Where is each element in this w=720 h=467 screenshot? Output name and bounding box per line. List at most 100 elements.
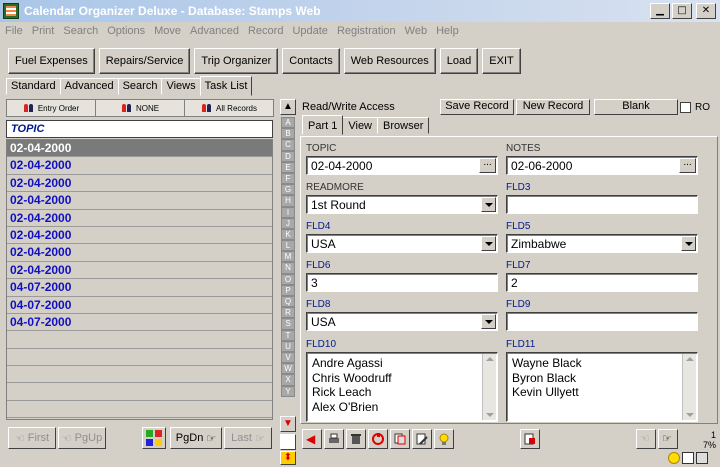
exit-button[interactable]: EXIT	[482, 48, 521, 74]
menu-file[interactable]: File	[0, 22, 27, 37]
letter-k-button[interactable]: K	[281, 228, 295, 241]
tab-part-1[interactable]: Part 1	[302, 115, 344, 135]
menu-record[interactable]: Record	[243, 22, 287, 37]
fld5-select[interactable]: Zimbabwe	[506, 234, 698, 253]
list-item[interactable]: 04-07-2000	[7, 296, 272, 314]
trip-organizer-button[interactable]: Trip Organizer	[194, 48, 279, 74]
notes-page-button[interactable]	[520, 429, 540, 449]
dropdown-arrow-icon[interactable]	[481, 314, 496, 329]
letter-m-button[interactable]: M	[281, 251, 295, 263]
dropdown-arrow-icon[interactable]	[481, 236, 496, 251]
list-item[interactable]: 02-04-2000	[7, 192, 272, 210]
menu-help[interactable]: Help	[431, 22, 463, 37]
book-icon[interactable]	[682, 452, 694, 464]
web-resources-button[interactable]: Web Resources	[343, 48, 436, 74]
maximize-button[interactable]: □	[672, 3, 692, 19]
list-item[interactable]: 02-04-2000	[7, 244, 272, 262]
menu-update[interactable]: Update	[287, 22, 331, 37]
last-button[interactable]: Last ☞	[224, 427, 272, 449]
list-item[interactable]: 02-04-2000	[7, 261, 272, 280]
tab-views[interactable]: Views	[161, 78, 201, 95]
pgdn-button[interactable]: PgDn ☞	[170, 427, 222, 449]
menu-web[interactable]: Web	[400, 22, 431, 37]
list-item[interactable]: 04-07-2000	[7, 279, 272, 297]
copy-record-button[interactable]	[390, 429, 410, 449]
letter-i-button[interactable]: I	[281, 206, 295, 218]
fld10-memo[interactable]: Andre Agassi Chris Woodruff Rick Leach A…	[306, 352, 498, 422]
list-item-empty[interactable]: .	[7, 383, 272, 401]
tab-view[interactable]: View	[342, 117, 379, 134]
memo-scrollbar[interactable]	[682, 354, 696, 420]
list-item-empty[interactable]: .	[7, 331, 272, 349]
dropdown-arrow-icon[interactable]	[481, 197, 496, 212]
tab-standard[interactable]: Standard	[6, 78, 61, 95]
close-button[interactable]: ✕	[696, 3, 716, 19]
letter-a-button[interactable]: A	[281, 117, 295, 129]
letter-f-button[interactable]: F	[281, 172, 295, 185]
dropdown-arrow-icon[interactable]	[681, 236, 696, 251]
prev-record-button[interactable]: ☜	[636, 429, 656, 449]
load-button[interactable]: Load	[439, 48, 479, 74]
record-list[interactable]: 02-04-2000 02-04-2000 02-04-2000 02-04-2…	[6, 139, 273, 420]
letter-n-button[interactable]: N	[281, 262, 295, 274]
menu-search[interactable]: Search	[58, 22, 102, 37]
list-item[interactable]: 02-04-2000	[7, 209, 272, 227]
save-record-button[interactable]: Save Record	[440, 99, 514, 115]
letter-b-button[interactable]: B	[281, 128, 295, 140]
fld8-select[interactable]: USA	[306, 312, 498, 331]
list-item-empty[interactable]: .	[7, 400, 272, 419]
letter-u-button[interactable]: U	[281, 340, 295, 352]
list-item[interactable]: 04-07-2000	[7, 313, 272, 332]
letter-l-button[interactable]: L	[281, 240, 295, 252]
fuel-expenses-button[interactable]: Fuel Expenses	[8, 48, 95, 74]
letter-j-button[interactable]: J	[281, 217, 295, 229]
menu-print[interactable]: Print	[27, 22, 59, 37]
list-item-empty[interactable]: .	[7, 348, 272, 367]
menu-advanced[interactable]: Advanced	[185, 22, 243, 37]
menu-registration[interactable]: Registration	[332, 22, 400, 37]
list-item[interactable]: 02-04-2000	[7, 226, 272, 245]
ellipsis-button[interactable]: ...	[679, 158, 696, 173]
repairs-service-button[interactable]: Repairs/Service	[98, 48, 191, 74]
letter-s-button[interactable]: S	[281, 318, 295, 330]
lightbulb-icon[interactable]	[668, 452, 680, 464]
read-only-toggle[interactable]: RO	[680, 99, 716, 115]
letter-x-button[interactable]: X	[281, 374, 295, 386]
letter-v-button[interactable]: V	[281, 351, 295, 364]
list-item[interactable]: 02-04-2000	[7, 157, 272, 175]
fld11-memo[interactable]: Wayne Black Byron Black Kevin Ullyett	[506, 352, 698, 422]
pgup-button[interactable]: ☜ PgUp	[58, 427, 106, 449]
fld6-field[interactable]: 3	[306, 273, 498, 292]
list-item-empty[interactable]: .	[7, 366, 272, 384]
letter-t-button[interactable]: T	[281, 329, 295, 341]
contacts-button[interactable]: Contacts	[282, 48, 340, 74]
letter-e-button[interactable]: E	[281, 161, 295, 173]
refresh-button[interactable]	[368, 429, 388, 449]
letter-w-button[interactable]: W	[281, 363, 295, 375]
first-button[interactable]: ☜ First	[8, 427, 56, 449]
list-item[interactable]: 02-04-2000	[7, 140, 272, 158]
all-records-button[interactable]: All Records	[185, 100, 273, 116]
letter-o-button[interactable]: O	[281, 273, 295, 285]
readmore-select[interactable]: 1st Round	[306, 195, 498, 214]
letter-g-button[interactable]: G	[281, 184, 295, 196]
fld7-field[interactable]: 2	[506, 273, 698, 292]
tab-task-list[interactable]: Task List	[199, 76, 253, 96]
letter-y-button[interactable]: Y	[281, 385, 295, 397]
sort-none-button[interactable]: NONE	[96, 100, 185, 116]
menu-move[interactable]: Move	[149, 22, 185, 37]
move-record-arrow-icon[interactable]: ⬍	[280, 451, 296, 465]
new-record-button[interactable]: New Record	[516, 99, 590, 115]
ellipsis-button[interactable]: ...	[479, 158, 496, 173]
scroll-up-arrow-icon[interactable]: ▲	[280, 99, 296, 115]
letter-p-button[interactable]: P	[281, 284, 295, 296]
topic-field[interactable]: 02-04-2000...	[306, 156, 498, 175]
tab-advanced[interactable]: Advanced	[59, 78, 119, 95]
list-item[interactable]: 02-04-2000	[7, 174, 272, 193]
letter-r-button[interactable]: R	[281, 307, 295, 319]
tip-button[interactable]	[434, 429, 454, 449]
notes-field[interactable]: 02-06-2000...	[506, 156, 698, 175]
blank-button[interactable]: Blank	[594, 99, 678, 115]
next-record-button[interactable]: ☞	[658, 429, 678, 449]
entry-order-button[interactable]: Entry Order	[7, 100, 96, 116]
